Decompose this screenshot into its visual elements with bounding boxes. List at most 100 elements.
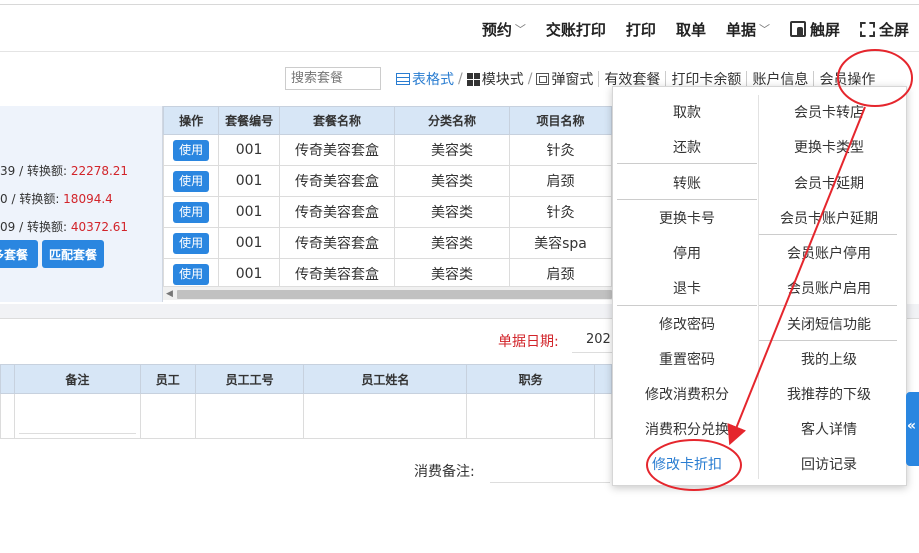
menu-divider [759,340,897,341]
divider: / [458,71,463,87]
nav-handover-print[interactable]: 交账打印 [546,19,606,40]
divider [813,71,815,87]
menu-item-account-enable[interactable]: 会员账户启用 [759,278,899,298]
fullscreen-icon [859,21,875,37]
view-block-label: 模块式 [481,72,524,88]
menu-item-visit-record[interactable]: 回访记录 [759,454,899,474]
menu-item-my-referrals[interactable]: 我推荐的下级 [759,384,899,404]
use-button[interactable]: 使用 [173,139,210,161]
match-package-button[interactable]: 匹配套餐 [42,240,104,268]
column-header: 分类名称 [393,106,510,135]
employee-table: 备注 员工 员工工号 员工姓名 职务 [0,364,612,438]
menu-item-return-card[interactable]: 退卡 [617,278,757,298]
menu-item-disable-sms[interactable]: 关闭短信功能 [759,314,899,334]
memo-label: 消费备注: [414,464,475,480]
category-cell: 美容类 [393,134,510,166]
menu-item-change-password[interactable]: 修改密码 [617,314,757,334]
multi-package-button[interactable]: 多套餐 [0,240,38,268]
convert-amount: 18094.4 [63,192,113,206]
nav-take-order[interactable]: 取单 [676,19,706,40]
nav-touch-screen[interactable]: 触屏 [789,19,840,40]
menu-item-withdraw[interactable]: 取款 [617,102,757,122]
view-popup-button[interactable]: 弹窗式 [536,69,593,89]
balance-row: 39 / 转换额: 22278.21 [0,162,128,179]
menu-item-my-superior[interactable]: 我的上级 [759,349,899,369]
nav-fullscreen[interactable]: 全屏 [859,19,909,40]
collapse-tab[interactable]: « [906,392,919,466]
menu-item-redeem-points[interactable]: 消费积分兑换 [617,419,757,439]
table-cell [593,393,612,438]
menu-item-repay[interactable]: 还款 [617,137,757,157]
use-button[interactable]: 使用 [173,170,210,192]
convert-amount: 40372.61 [70,220,129,234]
menu-item-card-extend[interactable]: 会员卡延期 [759,173,899,193]
nav-documents[interactable]: 单据 ﹀ [726,19,770,40]
table-row: 使用 001 传奇美容套盒 美容类 针灸 [163,134,612,166]
action-cell: 使用 [163,196,220,228]
menu-divider [617,199,757,200]
table-row: 使用 001 传奇美容套盒 美容类 美容spa [163,227,612,259]
package-code-cell: 001 [218,227,280,259]
use-button[interactable]: 使用 [173,263,210,285]
column-header [0,364,15,394]
menu-item-disable[interactable]: 停用 [617,243,757,263]
item-name-cell: 针灸 [508,134,612,166]
memo-input[interactable] [490,482,610,483]
double-chevron-left-icon: « [907,418,917,434]
table-cell [0,393,15,438]
package-name-cell: 传奇美容套盒 [278,258,395,290]
balance-value: 39 [0,164,16,178]
table-cell [194,393,305,438]
package-search-input[interactable] [285,67,381,90]
scroll-left-icon[interactable]: ◀ [166,287,173,301]
category-cell: 美容类 [393,227,510,259]
package-name-cell: 传奇美容套盒 [278,227,395,259]
convert-amount: 22278.21 [70,164,129,178]
nav-appointment[interactable]: 预约 ﹀ [482,19,526,40]
package-name-cell: 传奇美容套盒 [278,165,395,197]
use-button[interactable]: 使用 [173,201,210,223]
package-name-cell: 传奇美容套盒 [278,196,395,228]
menu-item-change-card-type[interactable]: 更换卡类型 [759,137,899,157]
touch-screen-icon [789,21,806,37]
package-code-cell: 001 [218,196,280,228]
divider [598,71,600,87]
balance-row: 0 / 转换额: 18094.4 [0,190,113,207]
nav-print[interactable]: 打印 [626,19,656,40]
menu-divider [617,305,757,306]
table-cell [303,393,468,438]
column-header: 套餐名称 [278,106,395,135]
table-row: 使用 001 传奇美容套盒 美容类 肩颈 [163,258,612,290]
balance-value: 0 [0,192,8,206]
remark-input[interactable] [18,398,136,434]
horizontal-scrollbar[interactable]: ◀ [163,286,612,300]
scrollbar-thumb[interactable] [177,290,612,299]
menu-item-account-disable[interactable]: 会员账户停用 [759,243,899,263]
table-row [0,393,612,438]
menu-item-guest-details[interactable]: 客人详情 [759,419,899,439]
nav-take-order-label: 取单 [675,20,706,39]
package-name-cell: 传奇美容套盒 [278,134,395,166]
balance-row: 09 / 转换额: 40372.61 [0,218,128,235]
grid-icon [466,72,480,86]
top-nav: 预约 ﹀ 交账打印 打印 取单 单据 ﹀ 触屏 全屏 [462,14,909,44]
menu-item-change-card-number[interactable]: 更换卡号 [617,208,757,228]
column-header: 操作 [163,106,220,135]
menu-item-edit-points[interactable]: 修改消费积分 [617,384,757,404]
menu-item-card-transfer-store[interactable]: 会员卡转店 [759,102,899,122]
menu-divider [759,234,897,235]
menu-item-account-extend[interactable]: 会员卡账户延期 [759,208,899,228]
divider [665,71,667,87]
use-button[interactable]: 使用 [173,232,210,254]
convert-label: / 转换额: [15,220,71,234]
table-row: 使用 001 传奇美容套盒 美容类 肩颈 [163,165,612,197]
column-header: 员工姓名 [303,364,468,394]
chevron-down-icon: ﹀ [758,23,770,36]
menu-item-transfer[interactable]: 转账 [617,173,757,193]
menu-item-change-card-discount[interactable]: 修改卡折扣 [617,454,757,474]
view-table-button[interactable]: 表格式 [396,69,454,89]
nav-handover-print-label: 交账打印 [545,20,606,39]
view-block-button[interactable]: 模块式 [466,69,524,89]
menu-item-reset-password[interactable]: 重置密码 [617,349,757,369]
bill-date-label: 单据日期: [498,334,559,350]
